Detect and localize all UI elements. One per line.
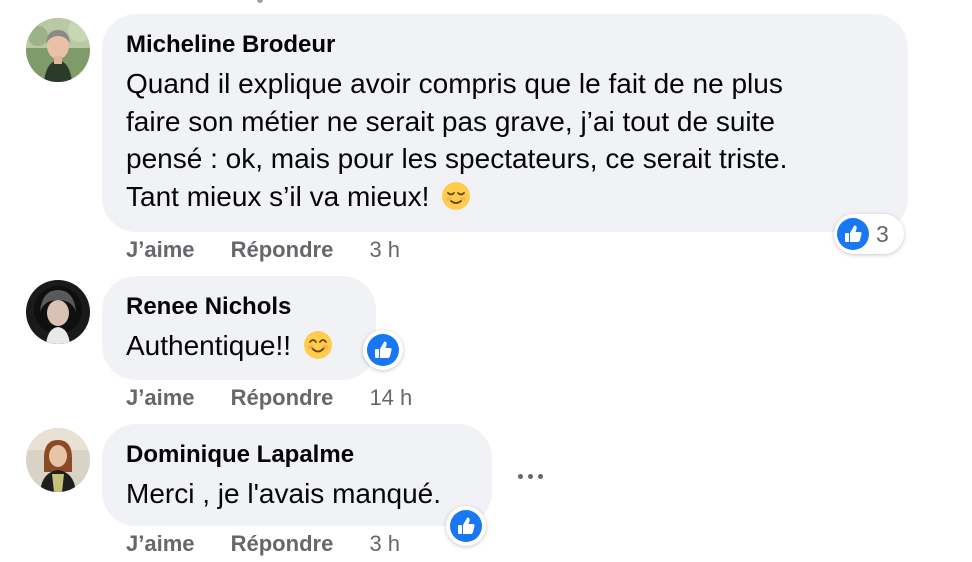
comment-text-line: pensé : ok, mais pour les spectateurs, c…	[126, 143, 788, 174]
comment-text-line: Quand il explique avoir compris que le f…	[126, 68, 783, 99]
comment-author[interactable]: Dominique Lapalme	[126, 441, 468, 469]
reply-button[interactable]: Répondre	[231, 237, 334, 263]
avatar[interactable]	[26, 18, 90, 82]
comment-timestamp[interactable]: 3 h	[369, 531, 400, 557]
reply-button[interactable]: Répondre	[231, 385, 334, 411]
relieved-face-icon	[441, 181, 471, 211]
comment-text-fragment: Tant mieux s’il va mieux!	[126, 180, 430, 212]
like-button[interactable]: J’aime	[126, 237, 195, 263]
more-options-button[interactable]	[510, 466, 550, 486]
comment-text-line: faire son métier ne serait pas grave, j’…	[126, 105, 776, 137]
avatar[interactable]	[26, 280, 90, 344]
divider-dot	[257, 0, 263, 3]
more-dot	[527, 473, 533, 479]
comment-bubble: Micheline Brodeur Quand il explique avoi…	[102, 14, 908, 232]
thumbs-up-icon	[450, 510, 482, 542]
more-dot	[517, 473, 523, 479]
like-button[interactable]: J’aime	[126, 385, 195, 411]
comment-bubble: Renee Nichols Authentique!!	[102, 276, 376, 380]
comment-timestamp[interactable]: 3 h	[369, 237, 400, 263]
comment-text-line: Authentique!!	[126, 327, 352, 365]
like-button[interactable]: J’aime	[126, 531, 195, 557]
comment-actions: J’aime Répondre 14 h	[126, 385, 412, 411]
comment-text-line: Merci , je l'avais manqué.	[126, 478, 442, 509]
thumbs-up-icon	[367, 334, 399, 366]
more-dot	[537, 473, 543, 479]
comment-author[interactable]: Micheline Brodeur	[126, 31, 884, 59]
comment-timestamp[interactable]: 14 h	[369, 385, 412, 411]
reaction-count-badge[interactable]: 3	[834, 214, 904, 254]
avatar[interactable]	[26, 428, 90, 492]
smiling-face-icon	[303, 330, 333, 360]
comment-actions: J’aime Répondre 3 h	[126, 531, 400, 557]
comment-text-fragment: Authentique!!	[126, 330, 292, 361]
reaction-badge[interactable]	[446, 506, 486, 546]
comment-bubble: Dominique Lapalme Merci , je l'avais man…	[102, 424, 492, 526]
thumbs-up-icon	[837, 218, 869, 250]
comment-actions: J’aime Répondre 3 h	[126, 237, 400, 263]
reply-button[interactable]: Répondre	[231, 531, 334, 557]
reaction-count: 3	[876, 220, 889, 247]
reaction-badge[interactable]	[363, 330, 403, 370]
comment-author[interactable]: Renee Nichols	[126, 293, 352, 321]
comment-text-line: Tant mieux s’il va mieux!	[126, 178, 884, 216]
